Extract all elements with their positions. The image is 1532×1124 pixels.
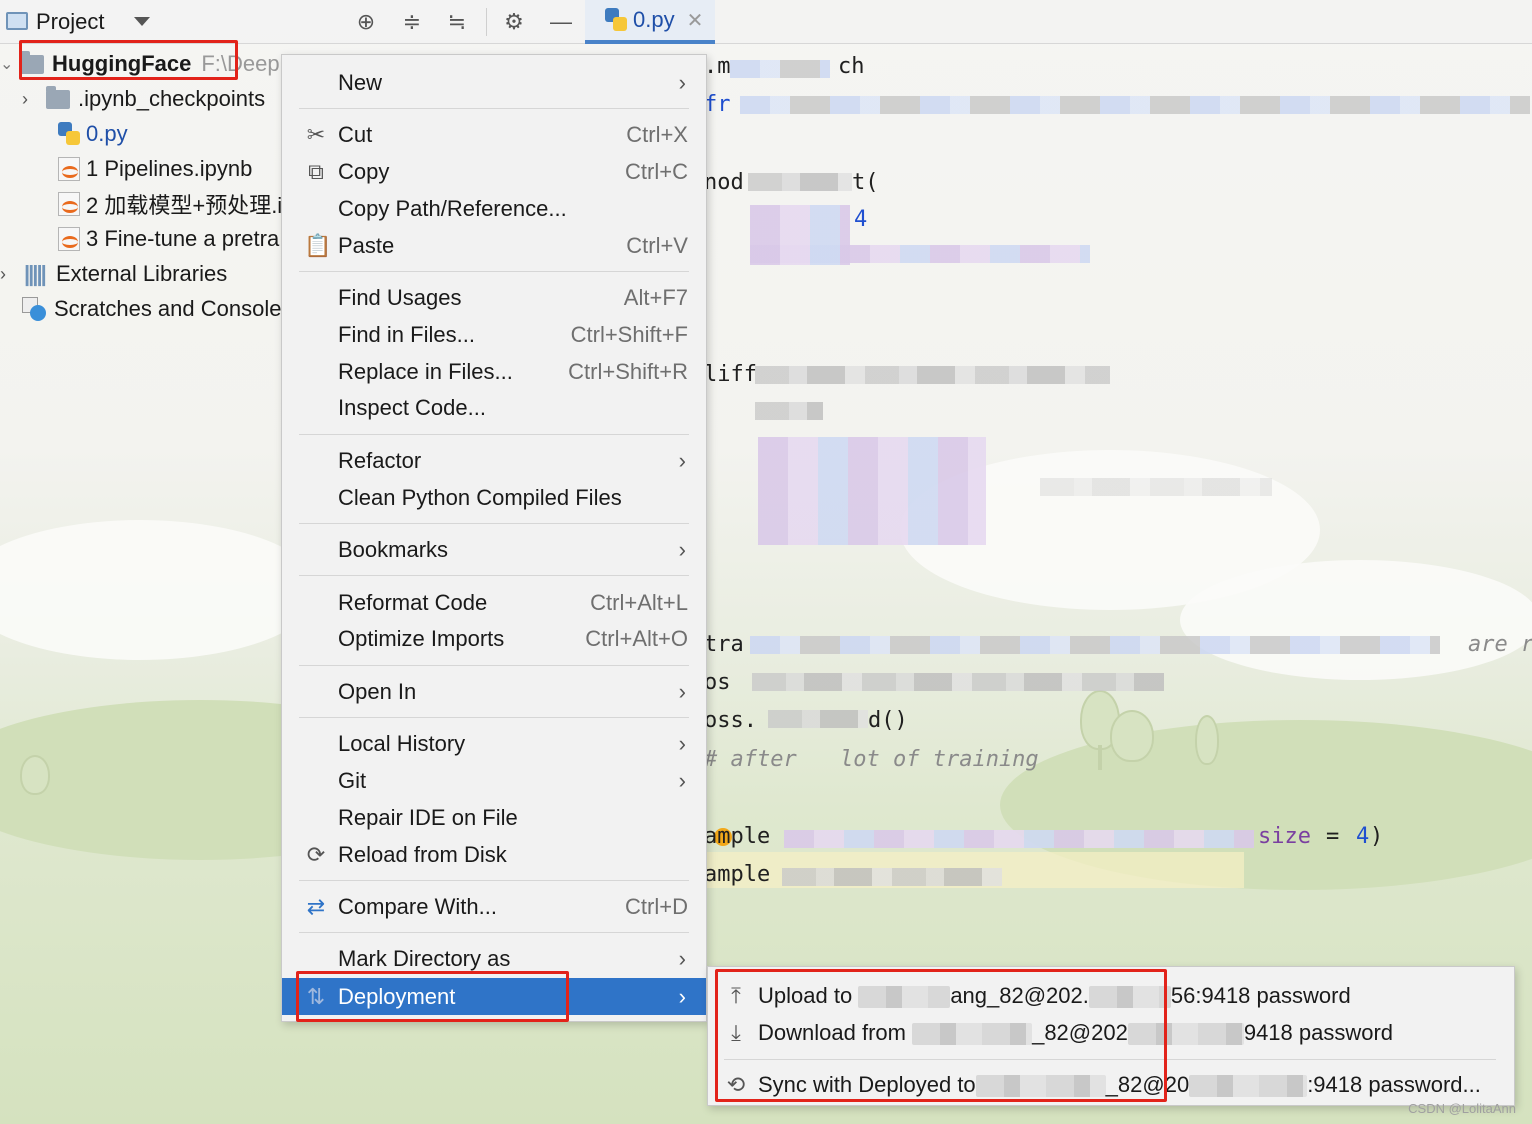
code-fragment: size xyxy=(1258,824,1311,849)
code-fragment: = xyxy=(1326,824,1340,849)
menu-item-copy-path[interactable]: Copy Path/Reference... xyxy=(282,191,706,227)
menu-item-repair-ide[interactable]: Repair IDE on File xyxy=(282,800,706,836)
reload-icon: ⟳ xyxy=(306,842,326,867)
chevron-right-icon: › xyxy=(678,537,686,562)
tree-item-label: 0.py xyxy=(86,121,128,146)
notebook-icon xyxy=(58,192,80,216)
code-fragment: t( xyxy=(852,170,879,195)
code-fragment: liff xyxy=(704,362,757,387)
code-fragment: nod xyxy=(704,170,744,195)
notebook-icon xyxy=(58,227,80,251)
code-fragment: ample xyxy=(704,824,771,849)
menu-item-bookmarks[interactable]: Bookmarks › xyxy=(282,532,706,568)
project-icon xyxy=(6,12,28,30)
chevron-right-icon: › xyxy=(678,731,686,756)
copy-icon: ⧉ xyxy=(308,159,324,184)
menu-item-clean-compiled[interactable]: Clean Python Compiled Files xyxy=(282,480,706,516)
chevron-right-icon: › xyxy=(22,88,28,109)
tree-item-label: 2 加载模型+预处理.i xyxy=(86,193,283,218)
chevron-right-icon: › xyxy=(678,448,686,473)
tab-label: 0.py xyxy=(633,7,675,32)
menu-item-copy[interactable]: ⧉ Copy Ctrl+C xyxy=(282,154,706,190)
chevron-right-icon: › xyxy=(678,768,686,793)
locate-icon[interactable]: ⊕ xyxy=(352,8,380,36)
code-fragment: are r xyxy=(1468,632,1532,657)
tree-item-ipynb-checkpoints[interactable]: › .ipynb_checkpoints xyxy=(22,82,265,116)
project-panel-title[interactable]: Project xyxy=(36,9,104,35)
tree-item-fine-tune[interactable]: 3 Fine-tune a pretra xyxy=(58,222,279,256)
tree-item-external-libraries[interactable]: › ||||| External Libraries xyxy=(0,257,227,291)
highlight-box-submenu xyxy=(715,969,1167,1102)
menu-item-new[interactable]: New › xyxy=(282,65,706,101)
watermark: CSDN @LolitaAnn xyxy=(1408,1101,1516,1116)
menu-item-inspect-code[interactable]: Inspect Code... xyxy=(282,390,706,426)
context-menu: New › ✂ Cut Ctrl+X ⧉ Copy Ctrl+C Copy Path/Re… xyxy=(281,54,707,1022)
tree-item-0-py[interactable]: 0.py xyxy=(58,117,128,151)
libraries-icon: ||||| xyxy=(24,261,47,286)
code-fragment: 4 xyxy=(854,207,868,232)
menu-item-reformat-code[interactable]: Reformat Code Ctrl+Alt+L xyxy=(282,585,706,621)
menu-item-find-usages[interactable]: Find Usages Alt+F7 xyxy=(282,280,706,316)
code-fragment: ) xyxy=(1370,824,1384,849)
menu-item-paste[interactable]: 📋 Paste Ctrl+V xyxy=(282,228,706,264)
chevron-right-icon: › xyxy=(0,263,6,284)
code-fragment: ch xyxy=(838,54,865,79)
chevron-right-icon: › xyxy=(678,946,686,971)
chevron-down-icon: ⌄ xyxy=(0,56,14,73)
tree-item-pipelines[interactable]: 1 Pipelines.ipynb xyxy=(58,152,252,186)
compare-icon: ⇄ xyxy=(306,894,326,919)
project-panel-header: Project ⊕ ≑ ≒ ⚙ — xyxy=(0,0,585,44)
code-fragment: fr xyxy=(704,92,731,117)
menu-item-refactor[interactable]: Refactor › xyxy=(282,443,706,479)
code-fragment: tra xyxy=(704,632,744,657)
paste-icon: 📋 xyxy=(304,233,332,258)
python-file-icon xyxy=(605,8,627,32)
tree-item-label: .ipynb_checkpoints xyxy=(78,86,266,111)
expand-all-icon[interactable]: ≑ xyxy=(398,8,426,36)
code-fragment: oss. xyxy=(704,708,757,733)
menu-item-git[interactable]: Git › xyxy=(282,763,706,799)
menu-item-open-in[interactable]: Open In › xyxy=(282,674,706,710)
code-fragment: # after xyxy=(704,747,797,772)
collapse-all-icon[interactable]: ≒ xyxy=(443,8,471,36)
scratches-icon xyxy=(22,297,48,321)
tab-0-py[interactable]: 0.py ✕ xyxy=(585,0,715,44)
code-fragment: 4 xyxy=(1356,824,1370,849)
python-file-icon xyxy=(58,122,80,146)
chevron-right-icon: › xyxy=(678,983,686,1009)
code-fragment: ample xyxy=(704,862,771,887)
menu-item-optimize-imports[interactable]: Optimize Imports Ctrl+Alt+O xyxy=(282,621,706,657)
code-fragment: .m xyxy=(704,54,731,79)
gear-icon[interactable]: ⚙ xyxy=(500,8,528,36)
highlight-box-project xyxy=(19,40,238,80)
tree-item-label: 3 Fine-tune a pretra xyxy=(86,226,280,251)
chevron-down-icon[interactable] xyxy=(134,17,150,26)
menu-item-local-history[interactable]: Local History › xyxy=(282,726,706,762)
menu-item-compare-with[interactable]: ⇄ Compare With... Ctrl+D xyxy=(282,889,706,925)
chevron-right-icon: › xyxy=(678,679,686,704)
tree-item-label: Scratches and Console xyxy=(54,296,282,321)
minimize-icon[interactable]: — xyxy=(547,8,575,36)
tree-item-load-model[interactable]: 2 加载模型+预处理.i xyxy=(58,187,282,221)
close-icon[interactable]: ✕ xyxy=(687,8,704,33)
cut-icon: ✂ xyxy=(306,122,326,147)
tree-item-scratches[interactable]: Scratches and Console xyxy=(22,292,281,326)
code-fragment: os xyxy=(704,670,731,695)
code-fragment: d() xyxy=(868,708,908,733)
menu-item-find-in-files[interactable]: Find in Files... Ctrl+Shift+F xyxy=(282,317,706,353)
code-fragment: lot of training xyxy=(840,747,1039,772)
tree-item-label: External Libraries xyxy=(56,261,228,286)
tree-item-label: 1 Pipelines.ipynb xyxy=(86,156,253,181)
highlight-box-deployment xyxy=(296,971,569,1022)
menu-item-cut[interactable]: ✂ Cut Ctrl+X xyxy=(282,117,706,153)
chevron-right-icon: › xyxy=(678,70,686,95)
menu-item-reload-from-disk[interactable]: ⟳ Reload from Disk xyxy=(282,837,706,873)
editor-tab-bar: 0.py ✕ xyxy=(585,0,1532,44)
folder-icon xyxy=(46,85,70,109)
notebook-icon xyxy=(58,157,80,181)
menu-item-replace-in-files[interactable]: Replace in Files... Ctrl+Shift+R xyxy=(282,354,706,390)
